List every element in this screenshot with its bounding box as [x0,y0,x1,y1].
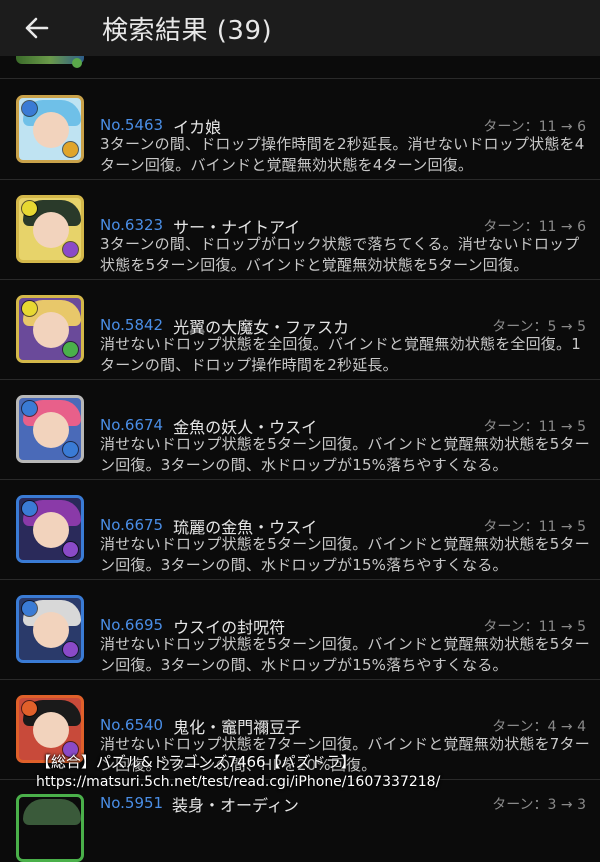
result-row[interactable]: No.6674 金魚の妖人・ウスイ ターン：11 → 5 消せないドロップ状態を5ター… [0,379,600,480]
monster-icon [16,56,84,68]
sub-attribute-icon [63,442,78,457]
monster-icon [16,95,84,163]
skill-description: 3ターンの間、ドロップ操作時間を2秒延長。消せないドロップ状態を4ターン回復。バ… [100,135,585,174]
monster-icon [16,495,84,563]
app-header: 検索結果 (39) [0,0,600,56]
skill-turn: ターン：11 → 5 [483,519,586,535]
result-row[interactable]: No.5463 イカ娘 ターン：11 → 6 3ターンの間、ドロップ操作時間を2秒延長… [0,79,600,180]
main-attribute-icon [22,601,37,616]
arrow-left-icon [25,17,49,39]
skill-turn: ターン：11 → 6 [483,119,586,135]
result-row[interactable]: No.6695 ウスイの封呪符 ターン：11 → 5 消せないドロップ状態を5ターン回… [0,579,600,680]
sub-attribute-icon [63,142,78,157]
result-row[interactable]: No.6675 琉麗の金魚・ウスイ ターン：11 → 5 消せないドロップ状態を5ター… [0,479,600,580]
main-attribute-icon [22,501,37,516]
skill-description: 消せないドロップ状態を全回復。バインドと覚醒無効状態を全回復。1ターンの間、ドロ… [100,335,581,374]
result-row[interactable]: No.6323 サー・ナイトアイ ターン：11 → 6 3ターンの間、ドロップがロック… [0,179,600,280]
skill-turn: ターン：5 → 5 [492,319,586,335]
monster-number-link[interactable]: No.6674 [100,416,163,434]
page-title: 検索結果 (39) [102,15,273,46]
monster-icon [16,295,84,363]
skill-turn: ターン：3 → 3 [492,797,586,813]
monster-icon [16,595,84,663]
monster-icon [16,195,84,263]
monster-icon [16,794,84,862]
monster-number-link[interactable]: No.5842 [100,316,163,334]
skill-turn: ターン：11 → 6 [483,219,586,235]
skill-description: 消せないドロップ状態を5ターン回復。バインドと覚醒無効状態を5ターン回復。3ター… [100,535,590,574]
skill-turn: ターン：11 → 5 [483,619,586,635]
list-item-partial-bottom[interactable]: No.5951 装身・オーディン ターン：3 → 3 [0,786,600,862]
sub-attribute-icon [63,342,78,357]
monster-number-link[interactable]: No.5951 [100,794,163,812]
sub-attribute-icon [63,542,78,557]
list-item-partial-top[interactable] [0,56,600,79]
skill-description: 3ターンの間、ドロップがロック状態で落ちてくる。消せないドロップ状態を5ターン回… [100,235,580,274]
monster-number-link[interactable]: No.5463 [100,116,163,134]
sub-attribute-icon [63,642,78,657]
main-attribute-icon [22,101,37,116]
skill-turn: ターン：11 → 5 [483,419,586,435]
main-attribute-icon [22,301,37,316]
result-row[interactable]: No.5842 光翼の大魔女・ファスカ ターン：5 → 5 消せないドロップ状態を全回… [0,279,600,380]
skill-turn: ターン：4 → 4 [492,719,586,735]
monster-number-link[interactable]: No.6540 [100,716,163,734]
monster-number-link[interactable]: No.6675 [100,516,163,534]
sub-attribute-icon [63,242,78,257]
main-attribute-icon [22,201,37,216]
monster-icon [16,395,84,463]
skill-description: 消せないドロップ状態を5ターン回復。バインドと覚醒無効状態を5ターン回復。3ター… [100,635,590,674]
monster-number-link[interactable]: No.6695 [100,616,163,634]
watermark-url: https://matsuri.5ch.net/test/read.cgi/iP… [36,774,441,790]
main-attribute-icon [22,401,37,416]
back-button[interactable] [0,0,72,56]
watermark-title: 【総合】パズル&ドラゴンズ7466【パズドラ】 [36,753,356,771]
main-attribute-icon [22,701,37,716]
source-watermark: 【総合】パズル&ドラゴンズ7466【パズドラ】 https://matsuri.… [36,752,440,792]
monster-number-link[interactable]: No.6323 [100,216,163,234]
skill-description: 消せないドロップ状態を5ターン回復。バインドと覚醒無効状態を5ターン回復。3ター… [100,435,590,474]
monster-name: 装身・オーディン [172,796,299,815]
